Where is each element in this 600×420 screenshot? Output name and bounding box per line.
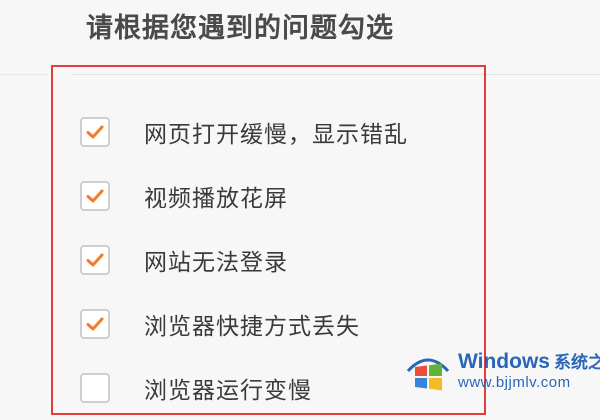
watermark-suffix: 系统之家 [553, 353, 600, 374]
checkbox[interactable] [80, 181, 110, 211]
checkmark-icon [86, 253, 104, 267]
watermark: Windows 系统之家 www.bjjmlv.com [404, 342, 600, 400]
option-shortcut-lost[interactable]: 浏览器快捷方式丢失 [80, 292, 408, 356]
option-cannot-login[interactable]: 网站无法登录 [80, 228, 408, 292]
windows-logo-icon [406, 358, 450, 391]
problem-options-list: 网页打开缓慢，显示错乱 视频播放花屏 网站无法登录 浏览器快捷方式丢失 浏览器运… [80, 100, 408, 420]
watermark-brand: Windows [458, 350, 550, 374]
option-label: 网页打开缓慢，显示错乱 [144, 122, 408, 148]
option-label: 网站无法登录 [144, 250, 288, 276]
page-title: 请根据您遇到的问题勾选 [86, 13, 394, 44]
checkmark-icon [86, 317, 104, 331]
option-label: 浏览器快捷方式丢失 [144, 314, 360, 340]
watermark-url: www.bjjmlv.com [458, 374, 571, 392]
option-browser-slow[interactable]: 浏览器运行变慢 [80, 356, 408, 420]
checkbox[interactable] [80, 373, 110, 403]
option-label: 视频播放花屏 [144, 186, 288, 212]
checkmark-icon [86, 189, 104, 203]
option-slow-page-loading[interactable]: 网页打开缓慢，显示错乱 [80, 100, 408, 164]
checkmark-icon [86, 125, 104, 139]
watermark-text: Windows 系统之家 www.bjjmlv.com [458, 351, 600, 391]
checkbox[interactable] [80, 309, 110, 339]
left-divider [0, 74, 48, 75]
option-video-glitch[interactable]: 视频播放花屏 [80, 164, 408, 228]
checkbox[interactable] [80, 245, 110, 275]
checkbox[interactable] [80, 117, 110, 147]
